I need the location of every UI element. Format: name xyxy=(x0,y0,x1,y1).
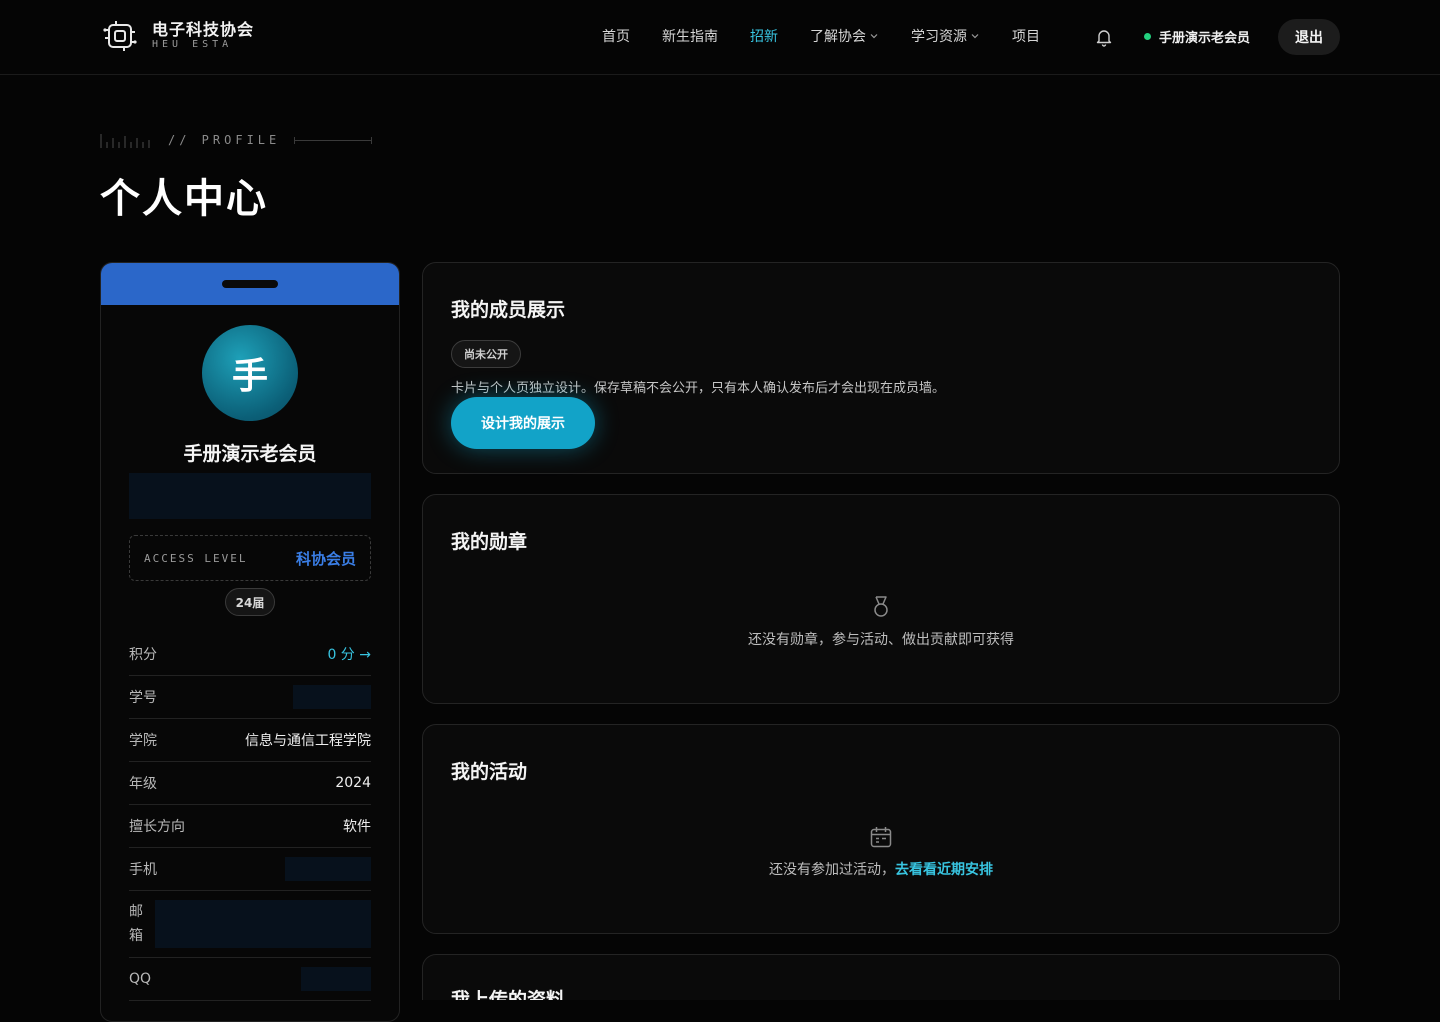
nav-item-label: 招新 xyxy=(750,29,778,45)
access-level-label: ACCESS LEVEL xyxy=(144,551,248,565)
chevron-down-icon xyxy=(870,34,878,39)
main-nav: 首页 新生指南 招新 了解协会 学习资源 项目 xyxy=(602,26,1072,46)
access-level-value: 科协会员 xyxy=(295,549,356,568)
profile-card: 手 手册演示老会员 ACCESS LEVEL 科协会员 24届 积分 0 分 →… xyxy=(100,262,400,1022)
redacted-value xyxy=(301,967,371,991)
bell-icon[interactable] xyxy=(1094,27,1114,47)
card-title: 我上传的资料 xyxy=(451,989,566,1000)
nav-item-resources[interactable]: 学习资源 xyxy=(911,26,980,46)
user-name: 手册演示老会员 xyxy=(1159,31,1251,46)
field-phone: 手机 xyxy=(129,848,371,891)
nav-item-recruitment[interactable]: 招新 xyxy=(750,26,778,46)
field-label: 积分 xyxy=(129,647,157,663)
field-points: 积分 0 分 → xyxy=(129,633,371,676)
online-status-dot xyxy=(1144,33,1151,40)
avatar[interactable]: 手 xyxy=(202,325,298,421)
field-value: 信息与通信工程学院 xyxy=(245,733,371,749)
page-title: 个人中心 xyxy=(100,176,268,222)
upcoming-events-link[interactable]: 去看看近期安排 xyxy=(895,862,993,878)
status-badge: 尚未公开 xyxy=(451,340,521,368)
member-showcase-card: 我的成员展示 尚未公开 卡片与个人页独立设计。保存草稿不会公开，只有本人确认发布… xyxy=(422,262,1340,474)
field-label: QQ xyxy=(129,971,152,987)
field-college: 学院 信息与通信工程学院 xyxy=(129,719,371,762)
field-label: 手机 xyxy=(129,862,157,878)
empty-message: 还没有参加过活动， xyxy=(769,862,895,878)
brand-name-en: HEU ESTA xyxy=(152,39,233,50)
field-grade: 年级 2024 xyxy=(129,762,371,805)
brand-text: 电子科技协会 HEU ESTA xyxy=(152,21,254,51)
nav-item-home[interactable]: 首页 xyxy=(602,26,630,46)
badges-card: 我的勋章 还没有勋章，参与活动、做出贡献即可获得 xyxy=(422,494,1340,704)
brand-logo[interactable]: 电子科技协会 HEU ESTA xyxy=(102,18,254,54)
nav-item-label: 首页 xyxy=(602,29,630,45)
logout-button[interactable]: 退出 xyxy=(1278,19,1340,55)
nav-item-about[interactable]: 了解协会 xyxy=(810,26,879,46)
field-email: 邮 箱 xyxy=(129,891,371,958)
field-label: 邮 箱 xyxy=(129,900,143,948)
badges-empty-text: 还没有勋章，参与活动、做出贡献即可获得 xyxy=(748,632,1014,648)
profile-card-header xyxy=(101,263,399,305)
badges-empty-state: 还没有勋章，参与活动、做出贡献即可获得 xyxy=(423,595,1339,649)
field-label-part: 箱 xyxy=(129,928,143,944)
profile-fields: 积分 0 分 → 学号 学院 信息与通信工程学院 年级 2024 擅长方向 软件… xyxy=(129,633,371,1001)
card-title: 我的勋章 xyxy=(451,531,528,553)
field-label: 年级 xyxy=(129,776,157,792)
eyebrow-text: // PROFILE xyxy=(168,133,281,147)
user-menu[interactable]: 手册演示老会员 xyxy=(1144,27,1250,46)
showcase-description: 卡片与个人页独立设计。保存草稿不会公开，只有本人确认发布后才会出现在成员墙。 xyxy=(451,381,946,396)
card-title: 我的成员展示 xyxy=(451,299,566,321)
field-student-id: 学号 xyxy=(129,676,371,719)
redacted-value xyxy=(293,685,371,709)
field-specialty: 擅长方向 软件 xyxy=(129,805,371,848)
design-showcase-button[interactable]: 设计我的展示 xyxy=(451,397,595,449)
term-badge: 24届 xyxy=(225,588,275,616)
calendar-icon xyxy=(870,827,892,848)
field-qq: QQ xyxy=(129,958,371,1001)
chevron-down-icon xyxy=(971,34,979,39)
eyebrow-line xyxy=(294,136,373,144)
nav-item-label: 学习资源 xyxy=(911,29,967,45)
field-label: 擅长方向 xyxy=(129,819,185,835)
field-label: 学号 xyxy=(129,690,157,706)
redacted-bio xyxy=(129,473,371,519)
ruler-decoration-icon xyxy=(100,134,150,148)
activities-card: 我的活动 还没有参加过活动，去看看近期安排 xyxy=(422,724,1340,934)
badge-slot xyxy=(222,280,278,288)
access-level-box: ACCESS LEVEL 科协会员 xyxy=(129,535,371,581)
top-navigation-bar: 电子科技协会 HEU ESTA 首页 新生指南 招新 了解协会 学习资源 项目 … xyxy=(0,0,1440,75)
activities-empty-text: 还没有参加过活动，去看看近期安排 xyxy=(423,859,1339,879)
page-eyebrow: // PROFILE xyxy=(100,132,373,148)
circuit-logo-icon xyxy=(103,21,137,51)
nav-item-label: 了解协会 xyxy=(810,29,866,45)
nav-item-freshman-guide[interactable]: 新生指南 xyxy=(662,26,718,46)
nav-item-label: 新生指南 xyxy=(662,29,718,45)
field-value: 软件 xyxy=(343,819,371,835)
field-label: 学院 xyxy=(129,733,157,749)
redacted-value xyxy=(155,900,371,948)
field-value: 2024 xyxy=(335,775,371,791)
profile-name: 手册演示老会员 xyxy=(183,443,317,465)
nav-item-label: 项目 xyxy=(1012,29,1040,45)
card-title: 我的活动 xyxy=(451,761,528,783)
activities-empty-state: 还没有参加过活动，去看看近期安排 xyxy=(423,825,1339,879)
uploads-card: 我上传的资料 xyxy=(422,954,1340,1000)
redacted-value xyxy=(285,857,371,881)
points-link[interactable]: 0 分 → xyxy=(327,644,371,664)
field-label-part: 邮 xyxy=(129,904,143,920)
brand-name-cn: 电子科技协会 xyxy=(152,20,255,39)
medal-icon xyxy=(874,596,888,617)
nav-item-projects[interactable]: 项目 xyxy=(1012,26,1040,46)
